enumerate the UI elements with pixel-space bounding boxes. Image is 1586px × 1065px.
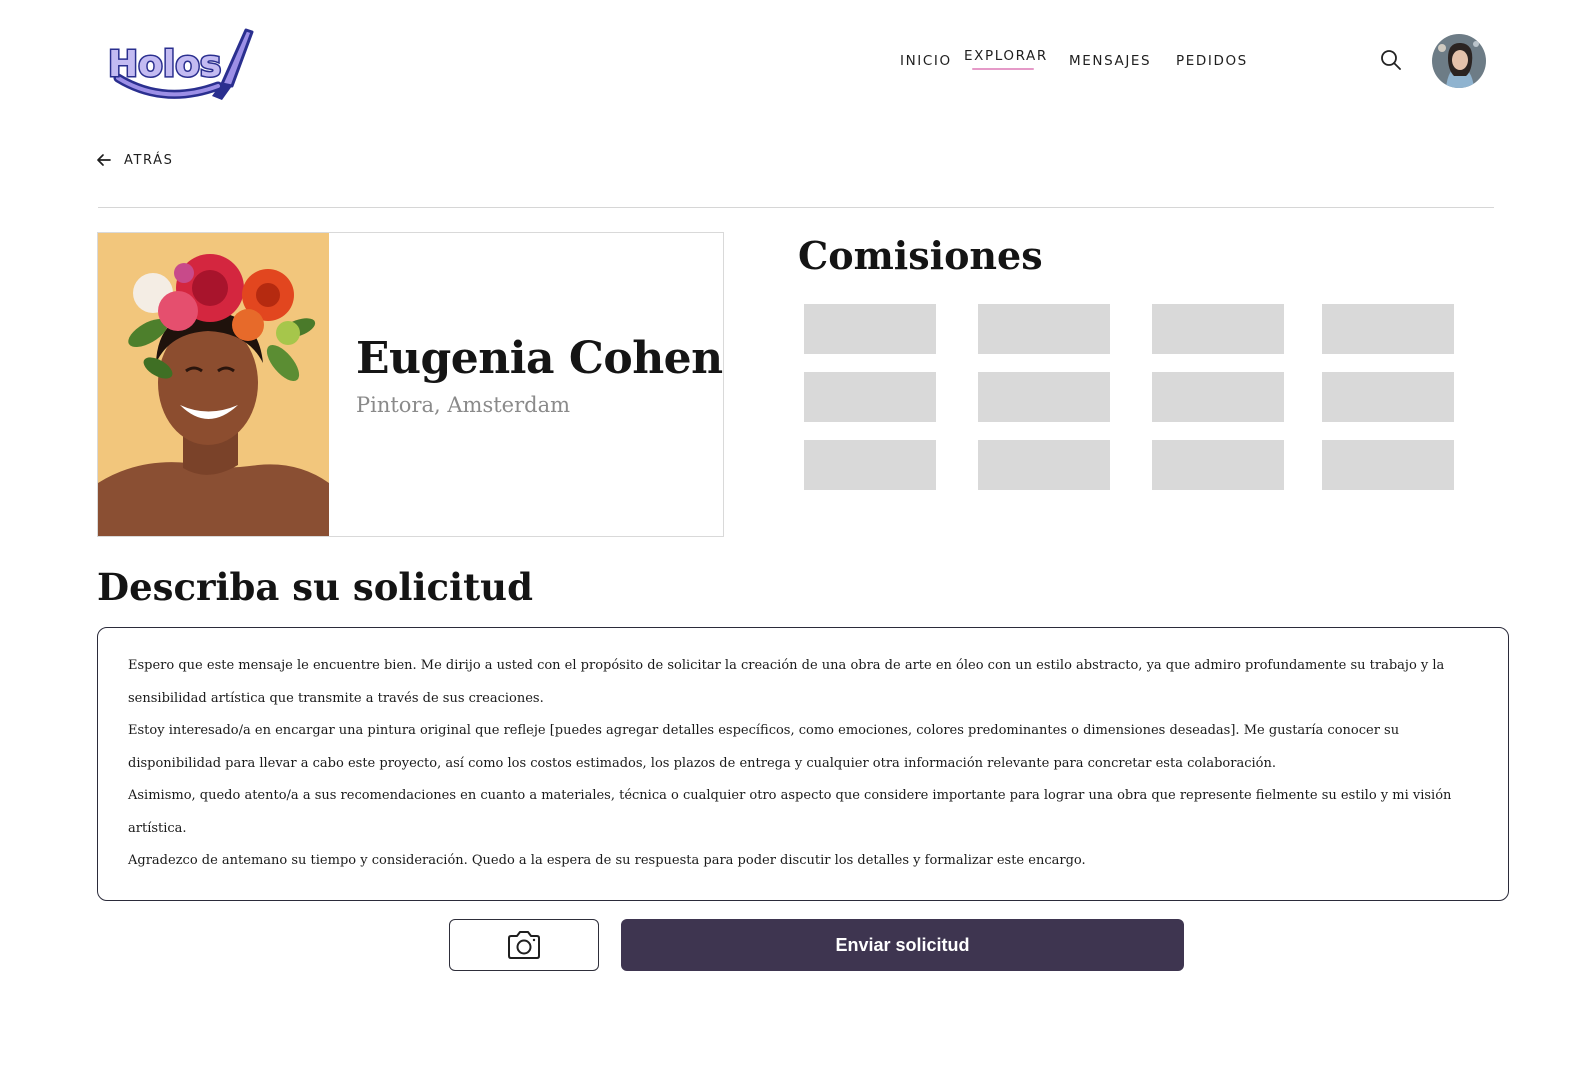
commission-tile[interactable] xyxy=(978,440,1110,490)
arrow-left-icon xyxy=(97,154,111,166)
commission-tile[interactable] xyxy=(804,372,936,422)
artist-profile-card: Eugenia Cohen Pintora, Amsterdam xyxy=(97,232,724,537)
divider xyxy=(98,207,1494,208)
holos-logo-graphic: Holos xyxy=(107,28,254,100)
attach-photo-button[interactable] xyxy=(449,919,599,971)
avatar-image xyxy=(1432,34,1486,88)
nav-mensajes[interactable]: MENSAJES xyxy=(1069,53,1151,69)
holos-logo[interactable]: Holos xyxy=(104,20,254,100)
search-button[interactable] xyxy=(1380,49,1402,71)
send-request-button[interactable]: Enviar solicitud xyxy=(621,919,1184,971)
commissions-grid xyxy=(804,304,1454,490)
user-avatar[interactable] xyxy=(1432,34,1486,88)
nav-pedidos[interactable]: PEDIDOS xyxy=(1176,53,1248,69)
commission-tile[interactable] xyxy=(978,304,1110,354)
artist-photo xyxy=(98,233,329,536)
nav-explorar[interactable]: EXPLORAR xyxy=(964,48,1048,70)
camera-icon xyxy=(508,931,540,959)
commissions-title: Comisiones xyxy=(798,233,1043,278)
request-paragraph: Agradezco de antemano su tiempo y consid… xyxy=(128,853,1086,868)
commission-tile[interactable] xyxy=(804,440,936,490)
search-icon xyxy=(1381,50,1401,70)
artist-portrait-image xyxy=(98,233,329,536)
request-text: Espero que este mensaje le encuentre bie… xyxy=(128,650,1478,878)
request-paragraph: Espero que este mensaje le encuentre bie… xyxy=(128,658,1445,706)
commission-tile[interactable] xyxy=(978,372,1110,422)
commission-tile[interactable] xyxy=(1322,372,1454,422)
request-title: Describa su solicitud xyxy=(97,565,533,609)
commission-tile[interactable] xyxy=(1152,304,1284,354)
commission-tile[interactable] xyxy=(1322,304,1454,354)
artist-subtitle: Pintora, Amsterdam xyxy=(356,393,570,417)
logo-text: Holos xyxy=(108,44,221,85)
request-textarea[interactable]: Espero que este mensaje le encuentre bie… xyxy=(97,627,1509,901)
back-label: ATRÁS xyxy=(124,152,174,168)
request-paragraph: Estoy interesado/a en encargar una pintu… xyxy=(128,723,1400,771)
commission-tile[interactable] xyxy=(1322,440,1454,490)
commission-tile[interactable] xyxy=(804,304,936,354)
commission-tile[interactable] xyxy=(1152,440,1284,490)
request-paragraph: Asimismo, quedo atento/a a sus recomenda… xyxy=(128,788,1452,836)
back-button[interactable]: ATRÁS xyxy=(96,150,173,170)
nav-inicio[interactable]: INICIO xyxy=(900,53,952,69)
artist-name: Eugenia Cohen xyxy=(356,333,723,384)
commission-tile[interactable] xyxy=(1152,372,1284,422)
